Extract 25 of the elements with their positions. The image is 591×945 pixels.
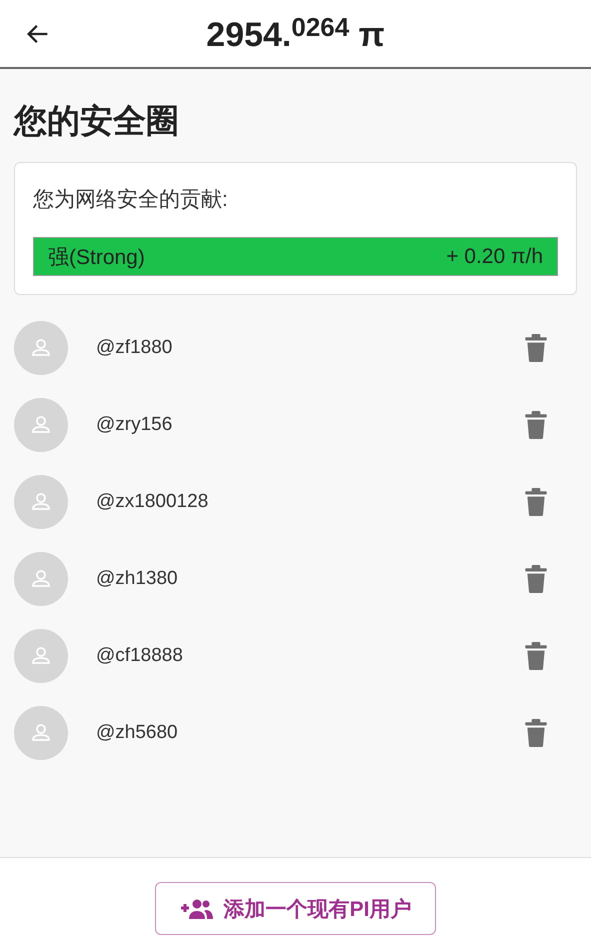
contribution-label: 您为网络安全的贡献: [33, 187, 229, 213]
trash-icon[interactable] [525, 564, 547, 592]
username: @zf1880 [96, 336, 174, 358]
mining-rate: + 0.20 π/h [446, 244, 543, 268]
username: @zh5680 [96, 722, 179, 744]
add-user-button[interactable]: 添加一个现有PI用户 [155, 882, 436, 935]
strength-label: 强(Strong) [48, 244, 145, 270]
avatar-icon [14, 320, 68, 374]
username: @cf18888 [96, 644, 184, 666]
add-users-icon [180, 898, 214, 920]
avatar-icon [14, 706, 68, 760]
trash-icon[interactable] [525, 642, 547, 670]
trash-icon[interactable] [525, 334, 547, 362]
trash-icon[interactable] [525, 718, 547, 746]
trash-icon[interactable] [525, 410, 547, 438]
avatar-icon [14, 474, 68, 528]
page-title: 您的安全圈 [14, 101, 180, 141]
username: @zx1800128 [96, 490, 210, 512]
username: @zh1380 [96, 568, 179, 590]
avatar-icon [14, 552, 68, 606]
username: @zry156 [96, 414, 174, 436]
avatar-icon [14, 398, 68, 452]
balance-amount: 2954.$^{0264}$ π [206, 12, 385, 55]
trash-icon[interactable] [525, 488, 547, 516]
avatar-icon [14, 628, 68, 682]
